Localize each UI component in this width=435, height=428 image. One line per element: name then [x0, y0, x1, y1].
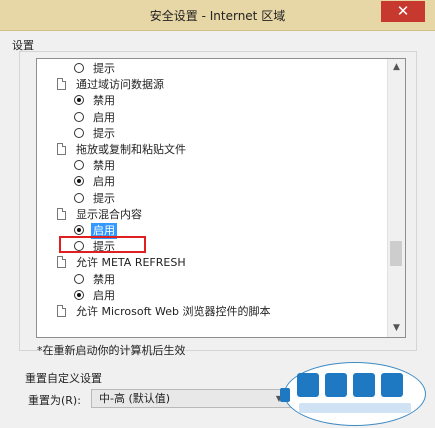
- selection-highlight-box: [59, 236, 146, 253]
- scroll-thumb[interactable]: [390, 241, 402, 266]
- setting-label: 启用: [93, 288, 115, 302]
- setting-label: 禁用: [93, 272, 115, 286]
- window-title: 安全设置 - Internet 区域: [149, 9, 286, 23]
- document-icon: [57, 305, 66, 317]
- reset-group-label: 重置自定义设置: [25, 372, 102, 385]
- radio-button[interactable]: [74, 176, 84, 187]
- radio-button[interactable]: [74, 160, 84, 171]
- radio-button[interactable]: [74, 289, 84, 300]
- radio-button[interactable]: [74, 192, 84, 203]
- setting-label: 允许 META REFRESH: [76, 256, 186, 270]
- setting-label: 禁用: [93, 94, 115, 108]
- radio-button[interactable]: [74, 273, 84, 284]
- document-icon: [57, 256, 66, 269]
- close-button[interactable]: ✕: [381, 1, 425, 22]
- restart-note: *在重新启动你的计算机后生效: [37, 344, 186, 357]
- setting-label: 提示: [93, 62, 115, 75]
- document-icon: [57, 78, 66, 91]
- radio-button[interactable]: [74, 95, 84, 106]
- watermark-logo-graphic: [297, 373, 411, 413]
- setting-label: 显示混合内容: [76, 207, 142, 221]
- setting-label: 启用: [93, 110, 115, 124]
- watermark-logo: [284, 362, 426, 426]
- settings-list[interactable]: 提示 通过域访问数据源 禁用 启用 提示 拖放或复制和粘贴文件 禁用 启用 提示 显示混合内容 启用…: [36, 58, 406, 338]
- setting-label: 通过域访问数据源: [76, 78, 164, 92]
- radio-button[interactable]: [74, 225, 84, 235]
- setting-label: 拖放或复制和粘贴文件: [76, 143, 186, 156]
- document-icon: [57, 207, 66, 220]
- scroll-up-button[interactable]: ▲: [388, 59, 405, 76]
- reset-to-label: 重置为(R):: [28, 394, 81, 407]
- radio-button[interactable]: [74, 111, 84, 122]
- vertical-scrollbar[interactable]: ▲ ▼: [387, 59, 405, 337]
- setting-label: 提示: [93, 191, 115, 205]
- title-bar: 安全设置 - Internet 区域 ✕: [0, 0, 435, 31]
- scroll-down-button[interactable]: ▼: [388, 320, 405, 337]
- radio-button[interactable]: [74, 127, 84, 138]
- document-icon: [57, 143, 66, 155]
- setting-label: 禁用: [93, 159, 115, 173]
- setting-label: 启用: [93, 175, 115, 189]
- reset-level-dropdown[interactable]: 中-高 (默认值): [91, 389, 291, 408]
- setting-label: 允许 Microsoft Web 浏览器控件的脚本: [76, 305, 271, 318]
- settings-rows: 提示 通过域访问数据源 禁用 启用 提示 拖放或复制和粘贴文件 禁用 启用 提示 显示混合内容 启用…: [37, 59, 387, 337]
- setting-label: 提示: [93, 126, 115, 140]
- watermark-arrow-icon: [280, 388, 290, 402]
- radio-button[interactable]: [74, 63, 84, 73]
